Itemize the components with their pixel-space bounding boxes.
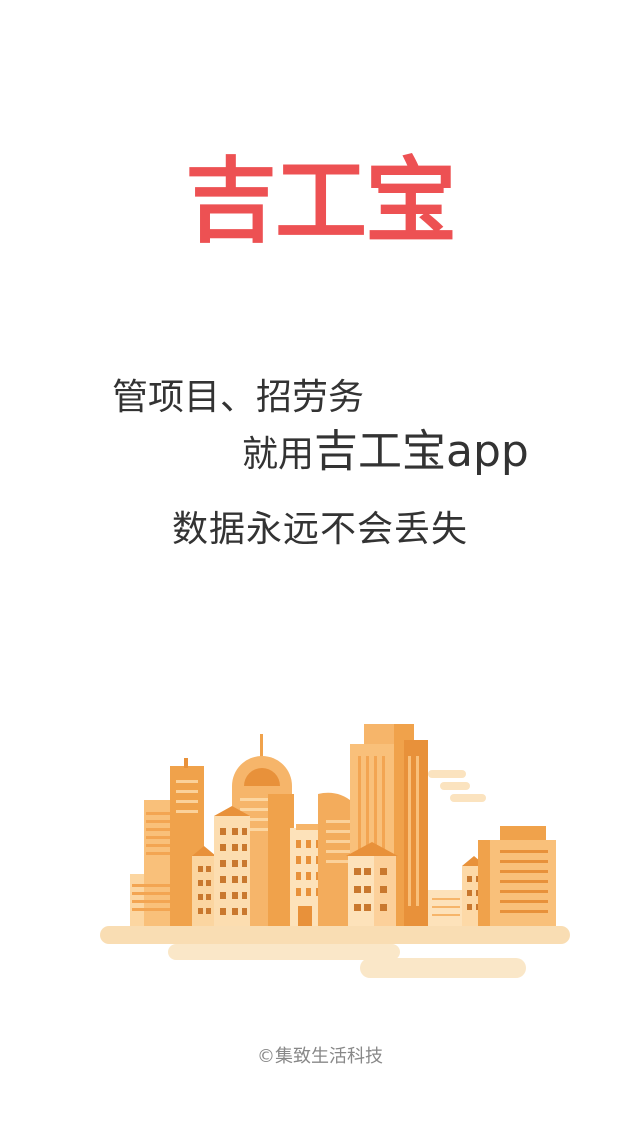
slogan-line-2: 就用吉工宝app — [242, 424, 529, 489]
building-low-wide — [428, 890, 464, 926]
ground-pool-1 — [168, 944, 400, 960]
copyright-text: ©集致生活科技 — [257, 1046, 383, 1067]
ground-strip — [100, 926, 570, 944]
city-skyline-illustration — [100, 724, 570, 978]
building-far-right — [478, 826, 556, 926]
building-gabled-house — [346, 842, 398, 926]
cloud-icon — [428, 770, 486, 802]
slogan-line-2-main: 吉工宝app — [314, 426, 529, 477]
ground-pool-2 — [360, 958, 526, 978]
slogan-line-1: 管项目、招劳务 — [112, 377, 365, 418]
building-gabled-tower — [214, 806, 250, 926]
tagline: 数据永远不会丢失 — [171, 509, 468, 550]
app-logo: 吉工宝 — [0, 150, 640, 254]
slogan-line-2-prefix: 就用 — [242, 434, 315, 475]
logo-text: 吉工宝 — [184, 148, 457, 255]
building-gabled-small — [192, 846, 216, 926]
